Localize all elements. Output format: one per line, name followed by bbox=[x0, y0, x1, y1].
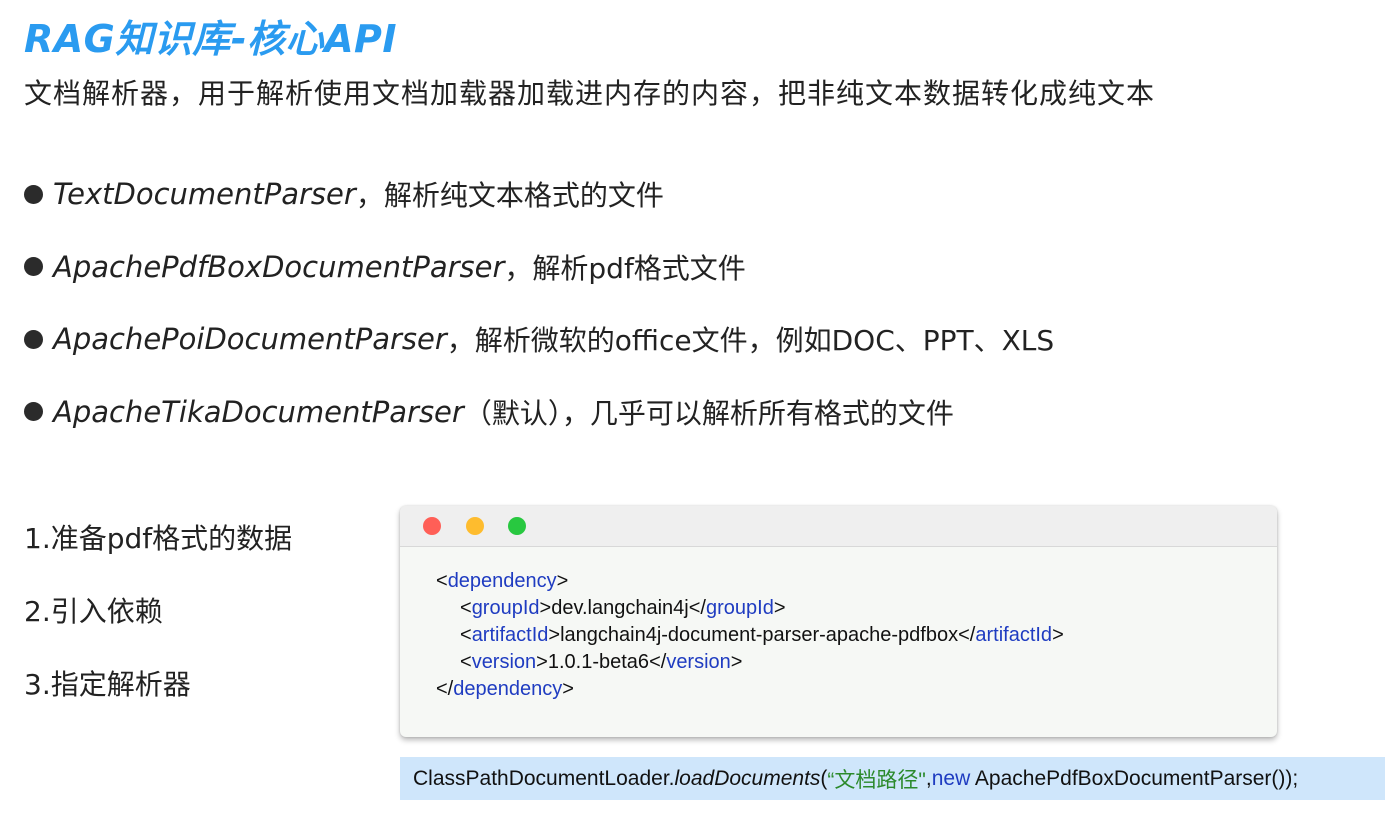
xml-tag: artifactId bbox=[975, 624, 1053, 646]
xml-value: 1.0.1-beta6 bbox=[547, 651, 650, 673]
xml-value: langchain4j-document-parser-apache-pdfbo… bbox=[560, 624, 959, 646]
xml-tag: version bbox=[666, 651, 731, 673]
maximize-window-icon[interactable] bbox=[508, 517, 526, 535]
parser-desc: ，解析微软的office文件，例如DOC、PPT、XLS bbox=[446, 324, 1055, 358]
page-subtitle: 文档解析器，用于解析使用文档加载器加载进内存的内容，把非纯文本数据转化成纯文本 bbox=[24, 77, 1156, 110]
code-line: <dependency> bbox=[436, 570, 569, 592]
xml-value: dev.langchain4j bbox=[551, 597, 689, 619]
code-line: <version>1.0.1-beta6</version> bbox=[460, 651, 743, 673]
code-window: <dependency> <groupId>dev.langchain4j</g… bbox=[400, 506, 1277, 737]
parser-desc: （默认），几乎可以解析所有格式的文件 bbox=[463, 396, 954, 430]
close-window-icon[interactable] bbox=[423, 517, 441, 535]
xml-tag: groupId bbox=[471, 597, 540, 619]
parser-list: TextDocumentParser ，解析纯文本格式的文件 ApachePdf… bbox=[24, 158, 1054, 448]
parser-name: ApachePoiDocumentParser bbox=[53, 322, 447, 357]
parser-desc: ，解析pdf格式文件 bbox=[504, 251, 746, 285]
code-call-snippet: ClassPathDocumentLoader. loadDocuments(“文… bbox=[400, 757, 1385, 800]
step-item: 3.指定解析器 bbox=[24, 667, 191, 701]
code-line: <artifactId>langchain4j-document-parser-… bbox=[460, 624, 1064, 646]
xml-tag: dependency bbox=[447, 570, 557, 592]
minimize-window-icon[interactable] bbox=[466, 517, 484, 535]
code-window-titlebar bbox=[400, 506, 1277, 547]
bullet-dot-icon bbox=[24, 329, 43, 349]
list-item: ApachePdfBoxDocumentParser ，解析pdf格式文件 bbox=[24, 231, 1054, 304]
call-paren: ( bbox=[820, 766, 828, 790]
parser-name: ApacheTikaDocumentParser bbox=[53, 394, 464, 429]
xml-tag: dependency bbox=[453, 678, 563, 700]
call-keyword: new bbox=[931, 766, 971, 790]
xml-tag: groupId bbox=[705, 597, 774, 619]
page-title: RAG知识库-核心API bbox=[24, 17, 398, 61]
bullet-dot-icon bbox=[24, 257, 43, 277]
steps-list: 1.准备pdf格式的数据 2.引入依赖 3.指定解析器 bbox=[24, 500, 292, 719]
parser-name: TextDocumentParser bbox=[53, 177, 356, 212]
list-item: TextDocumentParser ，解析纯文本格式的文件 bbox=[24, 158, 1054, 231]
bullet-dot-icon bbox=[24, 402, 43, 422]
call-string: “文档路径" bbox=[827, 768, 926, 792]
call-rest: ApachePdfBoxDocumentParser()); bbox=[970, 766, 1299, 790]
parser-name: ApachePdfBoxDocumentParser bbox=[53, 249, 505, 284]
step-item: 1.准备pdf格式的数据 bbox=[24, 521, 293, 555]
parser-desc: ，解析纯文本格式的文件 bbox=[355, 179, 664, 213]
call-method: loadDocuments bbox=[674, 766, 821, 790]
xml-tag: version bbox=[471, 651, 537, 673]
xml-tag: artifactId bbox=[471, 624, 549, 646]
code-line: <groupId>dev.langchain4j</groupId> bbox=[460, 597, 786, 619]
code-line: </dependency> bbox=[436, 678, 574, 700]
bullet-dot-icon bbox=[24, 184, 43, 204]
list-item: ApacheTikaDocumentParser （默认），几乎可以解析所有格式… bbox=[24, 376, 1054, 449]
list-item: ApachePoiDocumentParser ，解析微软的office文件，例… bbox=[24, 303, 1054, 376]
step-item: 2.引入依赖 bbox=[24, 594, 163, 628]
code-block: <dependency> <groupId>dev.langchain4j</g… bbox=[436, 568, 1064, 703]
call-class: ClassPathDocumentLoader. bbox=[413, 766, 675, 790]
